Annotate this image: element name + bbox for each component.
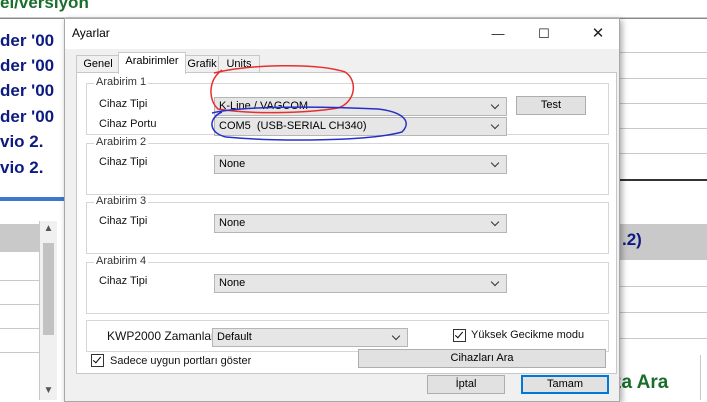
background-divider — [0, 352, 40, 353]
background-header-band — [0, 224, 40, 252]
background-divider — [618, 179, 707, 181]
background-search-button-label[interactable]: za Ara — [612, 366, 702, 400]
background-row: der '00 — [0, 81, 55, 100]
interface-3-group: Arabirim 3 Cihaz Tipi None — [86, 195, 609, 254]
background-divider — [618, 286, 707, 287]
scrollbar-thumb[interactable] — [43, 243, 54, 335]
tab-units[interactable]: Units — [218, 55, 260, 73]
background-divider — [618, 103, 707, 104]
background-divider — [618, 338, 707, 339]
interface-2-group: Arabirim 2 Cihaz Tipi None — [86, 136, 609, 195]
background-row: vio 2. — [0, 132, 44, 151]
dialog-title: Ayarlar — [72, 26, 110, 40]
minimize-button[interactable]: — — [481, 19, 515, 49]
chevron-down-icon — [490, 158, 500, 168]
interface-4-group: Arabirim 4 Cihaz Tipi None — [86, 255, 609, 314]
device-type-value: None — [219, 277, 246, 289]
device-type-label: Cihaz Tipi — [99, 156, 148, 168]
device-type-label: Cihaz Tipi — [99, 275, 148, 287]
interfaces-panel: Arabirim 1 Cihaz Tipi K-Line / VAGCOM Te… — [76, 72, 617, 374]
background-divider — [0, 328, 40, 329]
device-port-value: COM5 (USB-SERIAL CH340) — [219, 120, 367, 132]
only-ports-label: Sadece uygun portları göster — [110, 355, 252, 367]
background-divider — [618, 312, 707, 313]
background-divider — [0, 280, 40, 281]
chevron-down-icon — [391, 331, 401, 341]
device-port-label: Cihaz Portu — [99, 118, 157, 130]
interface-3-label: Arabirim 3 — [94, 195, 149, 207]
background-right-label: .2) — [622, 230, 642, 249]
background-selection-band — [0, 197, 64, 201]
device-type-value: K-Line / VAGCOM — [219, 100, 309, 112]
interface-4-label: Arabirim 4 — [94, 255, 149, 267]
interface-1-group: Arabirim 1 Cihaz Tipi K-Line / VAGCOM Te… — [86, 76, 609, 136]
kwp-timing-value: Default — [217, 331, 252, 343]
scroll-up-icon[interactable]: ▲ — [40, 223, 57, 234]
kwp-options-group: KWP2000 Zamanlam Default Yüksek Gecikme … — [86, 320, 609, 352]
interface-2-label: Arabirim 2 — [94, 136, 149, 148]
device-type-label: Cihaz Tipi — [99, 98, 148, 110]
background-divider — [618, 52, 707, 53]
background-row: der '00 — [0, 56, 55, 75]
device-type-value: None — [219, 158, 246, 170]
close-button[interactable]: ✕ — [581, 19, 615, 49]
tab-grafik[interactable]: Grafik — [184, 55, 220, 73]
device-type-value: None — [219, 217, 246, 229]
background-title: el/versiyon — [0, 0, 89, 12]
interface-1-label: Arabirim 1 — [94, 76, 149, 88]
device-type-select[interactable]: None — [214, 274, 507, 293]
background-divider — [0, 304, 40, 305]
kwp-timing-label: KWP2000 Zamanlam — [107, 329, 222, 343]
device-type-label: Cihaz Tipi — [99, 215, 148, 227]
device-type-select[interactable]: None — [214, 214, 507, 233]
chevron-down-icon — [490, 120, 500, 130]
tab-genel[interactable]: Genel — [76, 55, 120, 73]
device-type-select[interactable]: K-Line / VAGCOM — [214, 97, 507, 116]
background-divider — [618, 128, 707, 129]
chevron-down-icon — [490, 100, 500, 110]
background-scrollbar[interactable]: ▲ ▼ — [39, 221, 57, 400]
background-divider — [618, 78, 707, 79]
search-devices-button[interactable]: Cihazları Ara — [358, 349, 606, 368]
chevron-down-icon — [490, 277, 500, 287]
test-button[interactable]: Test — [516, 96, 586, 115]
chevron-down-icon — [490, 217, 500, 227]
dialog-titlebar[interactable]: Ayarlar — ☐ ✕ — [65, 19, 619, 49]
background-row: der '00 — [0, 107, 55, 126]
settings-dialog: Ayarlar — ☐ ✕ Genel Arabirimler Grafik U… — [64, 18, 620, 402]
ok-button[interactable]: Tamam — [521, 375, 609, 394]
maximize-button[interactable]: ☐ — [527, 19, 561, 49]
high-delay-checkbox[interactable] — [453, 329, 466, 342]
device-type-select[interactable]: None — [214, 155, 507, 174]
tab-arabirimler[interactable]: Arabirimler — [118, 52, 186, 74]
only-ports-checkbox[interactable] — [91, 354, 104, 367]
high-delay-label: Yüksek Gecikme modu — [471, 329, 585, 341]
cancel-button[interactable]: İptal — [427, 375, 505, 394]
device-port-select[interactable]: COM5 (USB-SERIAL CH340) — [214, 117, 507, 136]
background-divider — [618, 153, 707, 154]
background-row: vio 2. — [0, 158, 44, 177]
scroll-down-icon[interactable]: ▼ — [40, 385, 57, 396]
background-row: der '00 — [0, 31, 55, 50]
kwp-timing-select[interactable]: Default — [212, 328, 408, 347]
background-row-partial — [0, 180, 70, 190]
